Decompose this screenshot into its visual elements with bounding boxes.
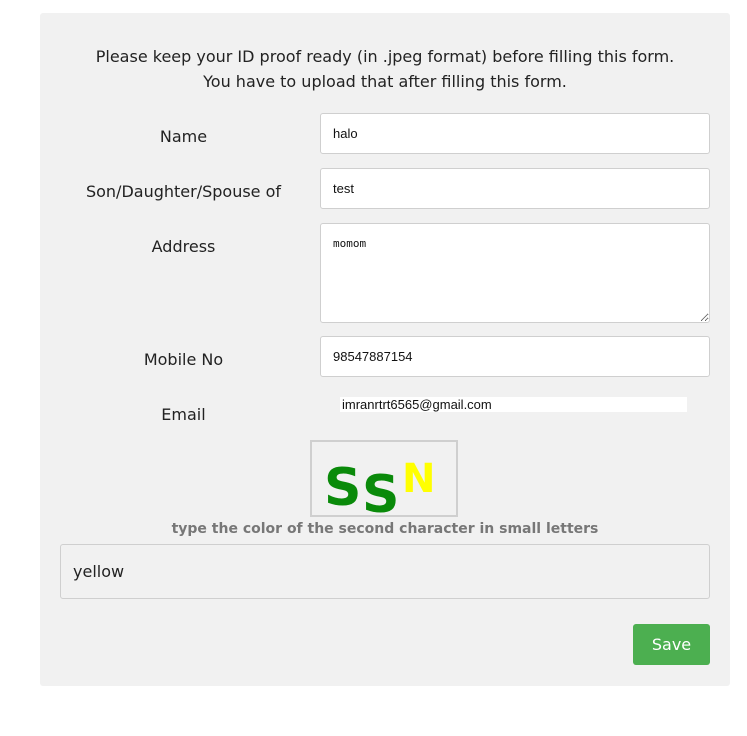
captcha-image: S S N [310, 440, 458, 517]
save-button[interactable]: Save [633, 624, 710, 665]
captcha-answer-input[interactable] [60, 544, 710, 599]
mobile-input[interactable] [320, 336, 710, 377]
relation-input[interactable] [320, 168, 710, 209]
id-proof-notice: Please keep your ID proof ready (in .jpe… [95, 47, 675, 91]
address-label: Address [151, 237, 216, 256]
captcha-char-3: N [402, 456, 435, 502]
name-label: Name [159, 127, 208, 146]
address-textarea[interactable]: momom [320, 223, 710, 323]
registration-form-panel: Please keep your ID proof ready (in .jpe… [40, 13, 730, 686]
relation-label: Son/Daughter/Spouse of [85, 182, 282, 201]
mobile-label: Mobile No [143, 350, 224, 369]
email-label: Email [161, 405, 206, 424]
captcha-char-1: S [324, 458, 361, 515]
email-input[interactable] [340, 397, 687, 412]
captcha-char-2: S [362, 465, 399, 515]
captcha-hint: type the color of the second character i… [171, 521, 599, 537]
name-input[interactable] [320, 113, 710, 154]
